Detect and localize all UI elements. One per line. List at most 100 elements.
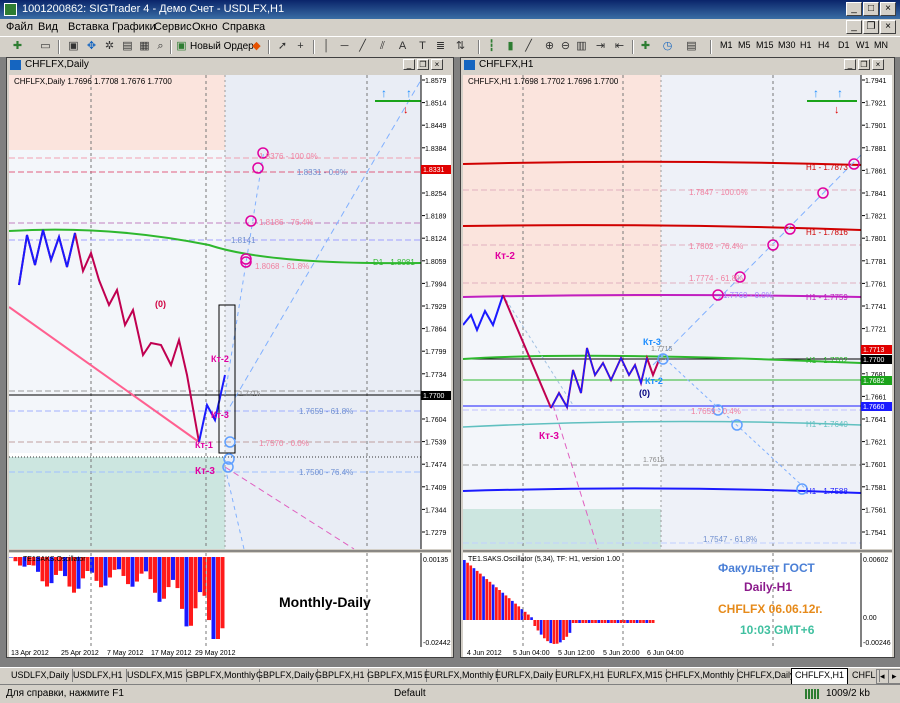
tf-h1[interactable]: H1 [800, 40, 812, 50]
vertical-line-icon[interactable]: │ [319, 39, 334, 54]
menu-charts[interactable]: Графики [112, 21, 156, 33]
label-tool-icon[interactable]: T [415, 39, 430, 54]
oscillator-bar [552, 620, 556, 644]
periods-icon[interactable]: ◷ [660, 39, 675, 54]
menu-help[interactable]: Справка [222, 21, 265, 33]
chart-close-button[interactable]: × [872, 59, 884, 70]
h1-chart-canvas[interactable]: CHFLFX,H1 1.7698 1.7702 1.7696 1.7700 H1… [463, 75, 892, 657]
fib-618-label: 1.8068 - 61.8% [255, 262, 309, 271]
tf-w1[interactable]: W1 [856, 40, 870, 50]
tab-usdlfx-h1[interactable]: USDLFX,H1 [70, 669, 127, 682]
tf-m1[interactable]: M1 [720, 40, 733, 50]
chart-restore-button[interactable]: ❐ [417, 59, 429, 70]
zoom-in-icon[interactable]: ⊕ [542, 39, 557, 54]
tab-chflfx-daily[interactable]: CHFLFX,Daily [734, 669, 799, 682]
app-icon [4, 3, 17, 16]
chart-restore-button[interactable]: ❐ [858, 59, 870, 70]
oscillator-bar [536, 620, 540, 631]
zoom-window-icon[interactable]: ⌕ [153, 39, 168, 54]
chart-window-titlebar[interactable]: CHFLFX,Daily _ ❐ × [7, 58, 453, 73]
tab-chflfx-monthly[interactable]: CHFLFX,Monthly [662, 669, 739, 682]
new-order-button[interactable]: Новый Ордер [190, 41, 254, 52]
line-chart-icon[interactable]: ╱ [521, 39, 536, 54]
navigator-icon[interactable]: ✲ [102, 39, 117, 54]
price-tick-label: 1.7781 [865, 259, 887, 266]
kt2-label: Кт-2 [495, 251, 515, 262]
maximize-button[interactable]: □ [863, 2, 879, 16]
chart-window-titlebar[interactable]: CHFLFX,H1 _ ❐ × [461, 58, 894, 73]
d1-label: D1 - 1.8081 [373, 258, 415, 267]
chart-minimize-button[interactable]: _ [844, 59, 856, 70]
tf-m15[interactable]: M15 [756, 40, 774, 50]
tab-eurlfx-m15[interactable]: EURLFX,M15 [604, 669, 667, 682]
oscillator-bar [112, 557, 117, 570]
candle-chart-icon[interactable]: ▮ [503, 39, 518, 54]
tab-chflfx-h1[interactable]: CHFLFX,H1 [791, 668, 849, 685]
expert-advisors-icon[interactable]: ◆ [249, 39, 264, 54]
tab-usdlfx-m15[interactable]: USDLFX,M15 [124, 669, 187, 682]
data-window-icon[interactable]: ✥ [84, 39, 99, 54]
tile-windows-icon[interactable]: ▥ [574, 39, 589, 54]
minimize-button[interactable]: _ [846, 2, 862, 16]
tab-gbplfx-m15[interactable]: GBPLFX,M15 [364, 669, 427, 682]
indicators-icon[interactable]: ✚ [638, 39, 653, 54]
tab-scroll-left-button[interactable]: ◂ [876, 669, 889, 684]
text-tool-icon[interactable]: A [395, 39, 410, 54]
auto-scroll-icon[interactable]: ⇥ [593, 39, 608, 54]
oscillator-bar [479, 573, 482, 620]
trendline-icon[interactable]: ╱ [355, 39, 370, 54]
tf-m5[interactable]: M5 [738, 40, 751, 50]
tab-chfl[interactable]: CHFL [849, 669, 880, 682]
close-button[interactable]: × [880, 2, 896, 16]
fib-764-label: 1.8186 - 76.4% [259, 218, 313, 227]
templates-icon[interactable]: ▤ [684, 39, 699, 54]
price-tick-label: 1.7881 [865, 146, 887, 153]
tf-h4[interactable]: H4 [818, 40, 830, 50]
bar-chart-icon[interactable]: ┇ [484, 39, 499, 54]
tab-eurlfx-monthly[interactable]: EURLFX,Monthly [421, 669, 498, 682]
zoom-out-icon[interactable]: ⊖ [558, 39, 573, 54]
horizontal-line-icon[interactable]: ─ [337, 39, 352, 54]
down-arrow-icon: ↓ [403, 104, 409, 116]
channel-icon[interactable]: ⫽ [375, 39, 390, 54]
chart-window-daily[interactable]: CHFLFX,Daily _ ❐ × CHFLFX,Daily 1.7696 1… [6, 57, 454, 658]
arrows-icon[interactable]: ⇅ [453, 39, 468, 54]
menu-file[interactable]: Файл [6, 21, 33, 33]
oscillator-bar [108, 557, 112, 578]
tf-mn[interactable]: MN [874, 40, 888, 50]
fibonacci-icon[interactable]: ≣ [433, 39, 448, 54]
tab-usdlfx-daily[interactable]: USDLFX,Daily [8, 669, 74, 682]
tab-gbplfx-monthly[interactable]: GBPLFX,Monthly [183, 669, 260, 682]
oscillator-bar [511, 600, 514, 620]
chart-close-button[interactable]: × [431, 59, 443, 70]
cursor-icon[interactable]: ➚ [275, 39, 290, 54]
chart-icon [464, 60, 475, 70]
tab-gbplfx-h1[interactable]: GBPLFX,H1 [312, 669, 369, 682]
menu-insert[interactable]: Вставка [68, 21, 109, 33]
oscillator-bar [527, 614, 530, 620]
new-order-icon[interactable]: ▣ [174, 39, 189, 54]
chart-window-h1[interactable]: CHFLFX,H1 _ ❐ × CHFLFX,H1 1.7698 1.7702 … [460, 57, 895, 658]
menu-window[interactable]: Окно [192, 21, 218, 33]
chart-shift-icon[interactable]: ⇤ [612, 39, 627, 54]
mdi-minimize-button[interactable]: _ [846, 20, 862, 34]
market-watch-icon[interactable]: ▣ [66, 39, 81, 54]
strategy-tester-icon[interactable]: ▦ [137, 39, 152, 54]
tab-eurlfx-daily[interactable]: EURLFX,Daily [492, 669, 558, 682]
tf-d1[interactable]: D1 [838, 40, 850, 50]
profiles-icon[interactable]: ▭ [38, 39, 53, 54]
tab-eurlfx-h1[interactable]: EURLFX,H1 [552, 669, 609, 682]
menu-view[interactable]: Вид [38, 21, 58, 33]
menu-tools[interactable]: Сервис [154, 21, 192, 33]
chart-minimize-button[interactable]: _ [403, 59, 415, 70]
tab-gbplfx-daily[interactable]: GBPLFX,Daily [253, 669, 319, 682]
daily-chart-canvas[interactable]: CHFLFX,Daily 1.7696 1.7708 1.7676 1.7700… [9, 75, 451, 657]
oscillator-bar [562, 620, 565, 641]
mdi-restore-button[interactable]: ❐ [863, 20, 879, 34]
tf-m30[interactable]: M30 [778, 40, 796, 50]
mdi-close-button[interactable]: × [880, 20, 896, 34]
crosshair-icon[interactable]: + [293, 39, 308, 54]
tab-scroll-right-button[interactable]: ▸ [888, 669, 900, 684]
terminal-icon[interactable]: ▤ [120, 39, 135, 54]
new-chart-icon[interactable]: ✚ [10, 39, 25, 54]
